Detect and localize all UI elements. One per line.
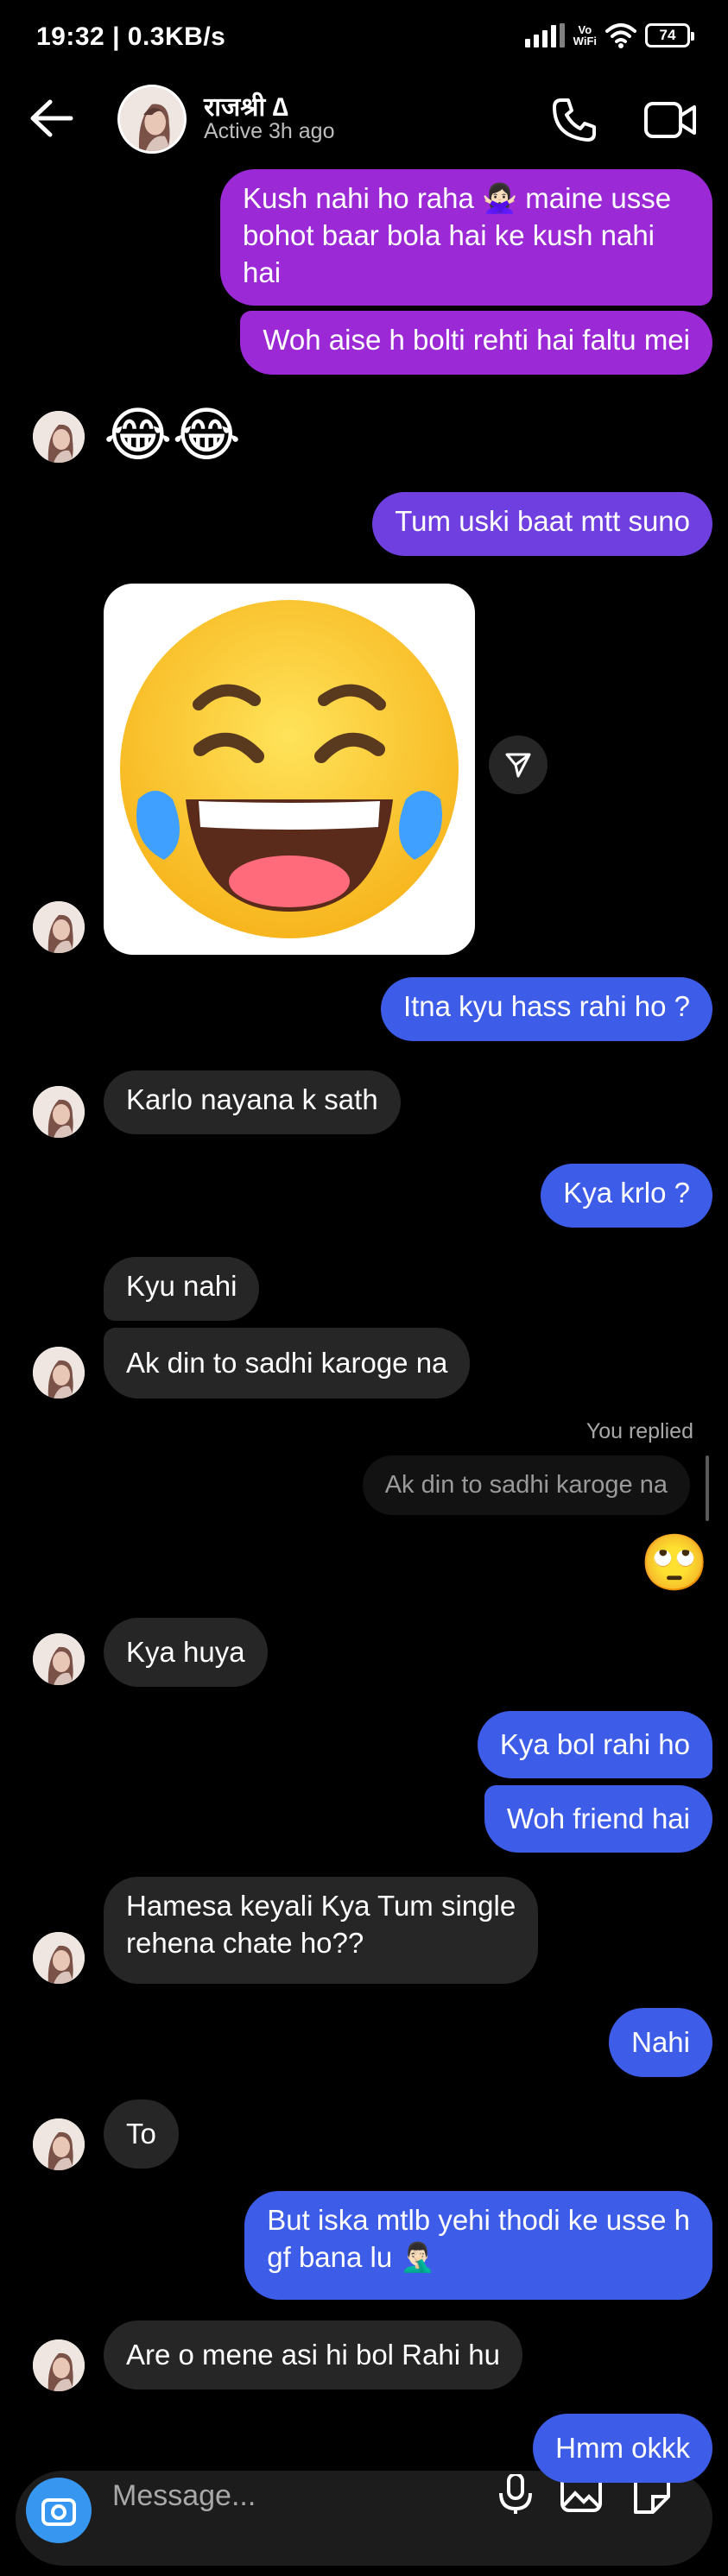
- contact-name[interactable]: राजश्री ∆: [204, 88, 288, 123]
- incoming-message[interactable]: Ak din to sadhi karoge na: [104, 1328, 471, 1398]
- emoji-message[interactable]: 😂😂: [104, 401, 241, 470]
- contact-active-status: Active 3h ago: [204, 119, 335, 143]
- sender-avatar[interactable]: [33, 1932, 85, 1984]
- message-input[interactable]: [112, 2474, 475, 2517]
- outgoing-message[interactable]: Kya bol rahi ho: [477, 1711, 712, 1778]
- outgoing-message[interactable]: Hmm okkk: [533, 2414, 712, 2483]
- outgoing-message[interactable]: Woh friend hai: [484, 1785, 712, 1853]
- video-call-icon[interactable]: [643, 95, 700, 145]
- sender-avatar[interactable]: [33, 1347, 85, 1398]
- outgoing-message[interactable]: Woh aise h bolti rehti hai faltu mei: [240, 311, 712, 375]
- incoming-message[interactable]: Kya huya: [104, 1618, 268, 1687]
- microphone-icon[interactable]: [496, 2474, 535, 2514]
- status-bar: 19:32 | 0.3KB/s Vo WiFi 74: [0, 0, 728, 78]
- send-arrow-icon: [505, 753, 531, 778]
- sender-avatar[interactable]: [33, 2339, 85, 2391]
- status-icons: Vo WiFi 74: [524, 22, 694, 48]
- message-composer: [16, 2471, 712, 2566]
- incoming-message[interactable]: To: [104, 2099, 179, 2169]
- eye-roll-emoji-message[interactable]: 🙄: [640, 1530, 709, 1595]
- chat-header: राजश्री ∆ Active 3h ago: [0, 78, 728, 161]
- outgoing-message[interactable]: Itna kyu hass rahi ho ?: [380, 977, 712, 1041]
- sender-avatar[interactable]: [33, 411, 85, 463]
- battery-indicator: 74: [645, 23, 694, 47]
- camera-button[interactable]: [26, 2478, 92, 2543]
- outgoing-message[interactable]: Kush nahi ho raha 🙅🏻‍♀️ maine usse bohot…: [220, 169, 712, 306]
- reply-quote[interactable]: Ak din to sadhi karoge na: [362, 1455, 690, 1515]
- share-button[interactable]: [489, 736, 548, 794]
- camera-icon: [41, 2498, 76, 2526]
- incoming-message[interactable]: Are o mene asi hi bol Rahi hu: [104, 2320, 522, 2390]
- status-time: 19:32 | 0.3KB/s: [36, 22, 226, 51]
- incoming-message[interactable]: Kyu nahi: [104, 1257, 260, 1321]
- sender-avatar[interactable]: [33, 1633, 85, 1685]
- contact-avatar[interactable]: [117, 85, 187, 154]
- reply-indicator-bar: [706, 1455, 709, 1521]
- volte-indicator: Vo WiFi: [573, 23, 597, 47]
- phone-call-icon[interactable]: [549, 95, 599, 145]
- incoming-message[interactable]: Hamesa keyali Kya Tum single rehena chat…: [104, 1877, 539, 1984]
- laughing-emoji-sticker[interactable]: [104, 584, 475, 955]
- outgoing-message[interactable]: Nahi: [609, 2008, 712, 2077]
- outgoing-message[interactable]: Tum uski baat mtt suno: [372, 492, 712, 556]
- signal-icon: [524, 23, 565, 47]
- outgoing-message[interactable]: Kya krlo ?: [541, 1164, 712, 1228]
- sender-avatar[interactable]: [33, 1086, 85, 1138]
- outgoing-message[interactable]: But iska mtlb yehi thodi ke usse h gf ba…: [244, 2191, 712, 2300]
- sender-avatar[interactable]: [33, 901, 85, 953]
- back-arrow-icon[interactable]: [26, 97, 78, 140]
- incoming-message[interactable]: Karlo nayana k sath: [104, 1070, 401, 1134]
- wifi-icon: [605, 23, 636, 48]
- sender-avatar[interactable]: [33, 2118, 85, 2170]
- you-replied-label: You replied: [586, 1419, 693, 1443]
